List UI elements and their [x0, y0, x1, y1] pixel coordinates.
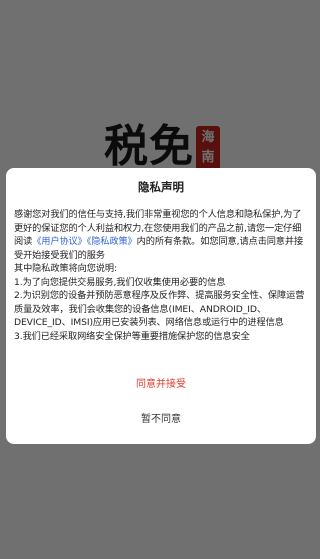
policy-point-2: 2.为识别您的设备并预防恶意程序及反作弊、提高服务安全性、保障运营质量及效率，我… — [14, 290, 305, 328]
dialog-title: 隐私声明 — [138, 180, 184, 194]
disagree-button[interactable]: 暂不同意 — [6, 409, 316, 431]
dialog-body: 感谢您对我们的信任与支持,我们非常重视您的个人信息和隐私保护,为了更好的保证您的… — [14, 208, 310, 343]
privacy-dialog: 隐私声明 感谢您对我们的信任与支持,我们非常重视您的个人信息和隐私保护,为了更好… — [6, 168, 316, 444]
privacy-policy-link[interactable]: 《隐私政策》 — [87, 236, 137, 247]
policy-point-3: 3.我们已经采取网络安全保护等重要措施保护您的信息安全 — [14, 330, 250, 342]
user-agreement-link[interactable]: 《用户协议》 — [32, 236, 87, 247]
intro-paragraph: 感谢您对我们的信任与支持,我们非常重视您的个人信息和隐私保护,为了更好的保证您的… — [14, 208, 310, 262]
policy-point-1: 1.为了向您提供交易服务,我们仅收集使用必要的信息 — [14, 276, 226, 288]
policy-lead: 其中隐私政策将向您说明: — [14, 263, 117, 274]
agree-button[interactable]: 同意并接受 — [6, 374, 316, 396]
